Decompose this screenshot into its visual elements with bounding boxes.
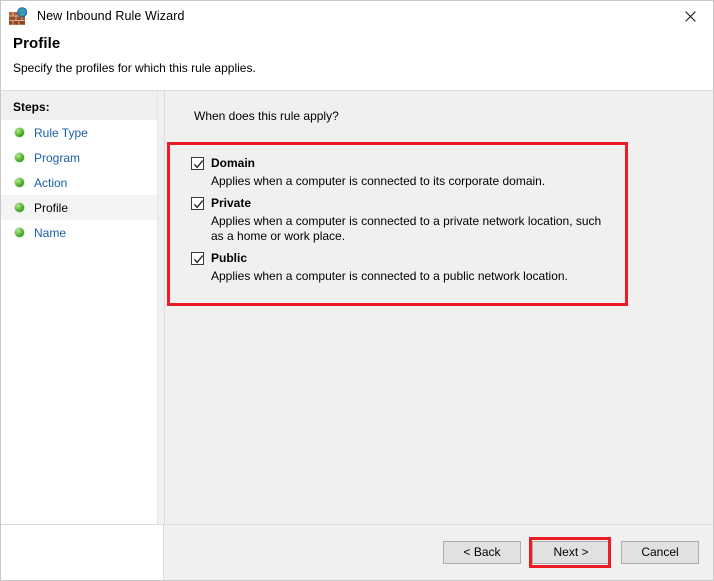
page-title: Profile xyxy=(13,35,61,52)
next-button-wrapper: Next > xyxy=(521,537,611,568)
step-bullet-icon xyxy=(15,178,24,187)
wizard-window: New Inbound Rule Wizard Profile Specify … xyxy=(0,0,714,581)
firewall-icon xyxy=(9,7,29,25)
sidebar-item-profile[interactable]: Profile xyxy=(1,195,164,220)
profile-name-label: Public xyxy=(211,251,248,265)
sidebar-item-label: Rule Type xyxy=(34,125,88,140)
close-icon[interactable] xyxy=(668,1,713,31)
question-label: When does this rule apply? xyxy=(194,109,339,123)
page-header: Profile Specify the profiles for which t… xyxy=(1,31,713,90)
page-subtitle: Specify the profiles for which this rule… xyxy=(13,61,256,75)
sidebar-item-action[interactable]: Action xyxy=(1,170,164,195)
step-bullet-icon xyxy=(15,203,24,212)
public-checkbox[interactable] xyxy=(191,251,204,265)
profile-checkbox-group: Domain Applies when a computer is connec… xyxy=(191,153,621,288)
cancel-button[interactable]: Cancel xyxy=(621,541,699,564)
footer-left-spacer xyxy=(1,525,164,580)
domain-checkbox[interactable] xyxy=(191,156,204,170)
profile-item-domain: Domain Applies when a computer is connec… xyxy=(191,153,621,189)
steps-header: Steps: xyxy=(1,91,164,120)
profile-description: Applies when a computer is connected to … xyxy=(211,269,568,283)
sidebar-item-label: Name xyxy=(34,225,67,240)
sidebar-item-label: Action xyxy=(34,175,68,190)
step-bullet-icon xyxy=(15,153,24,162)
sidebar-divider xyxy=(157,91,164,524)
steps-sidebar: Steps: Rule Type Program Action Profile … xyxy=(1,91,164,524)
profile-item-public: Public Applies when a computer is connec… xyxy=(191,248,621,284)
back-button[interactable]: < Back xyxy=(443,541,521,564)
profile-item-private: Private Applies when a computer is conne… xyxy=(191,193,621,244)
profile-description: Applies when a computer is connected to … xyxy=(211,174,546,188)
profile-name-label: Private xyxy=(211,196,252,210)
step-bullet-icon xyxy=(15,128,24,137)
sidebar-item-label: Profile xyxy=(34,200,69,215)
profile-description: Applies when a computer is connected to … xyxy=(211,214,602,243)
footer-bar: < Back Next > Cancel xyxy=(1,524,713,580)
sidebar-item-program[interactable]: Program xyxy=(1,145,164,170)
body: Steps: Rule Type Program Action Profile … xyxy=(1,90,713,524)
window-title: New Inbound Rule Wizard xyxy=(37,9,185,23)
next-button[interactable]: Next > xyxy=(532,541,610,564)
sidebar-item-rule-type[interactable]: Rule Type xyxy=(1,120,164,145)
title-bar: New Inbound Rule Wizard xyxy=(1,1,713,31)
main-panel: When does this rule apply? Domain Applie… xyxy=(164,91,713,524)
profile-name-label: Domain xyxy=(211,156,256,170)
step-bullet-icon xyxy=(15,228,24,237)
sidebar-item-label: Program xyxy=(34,150,81,165)
sidebar-item-name[interactable]: Name xyxy=(1,220,164,245)
private-checkbox[interactable] xyxy=(191,196,204,210)
